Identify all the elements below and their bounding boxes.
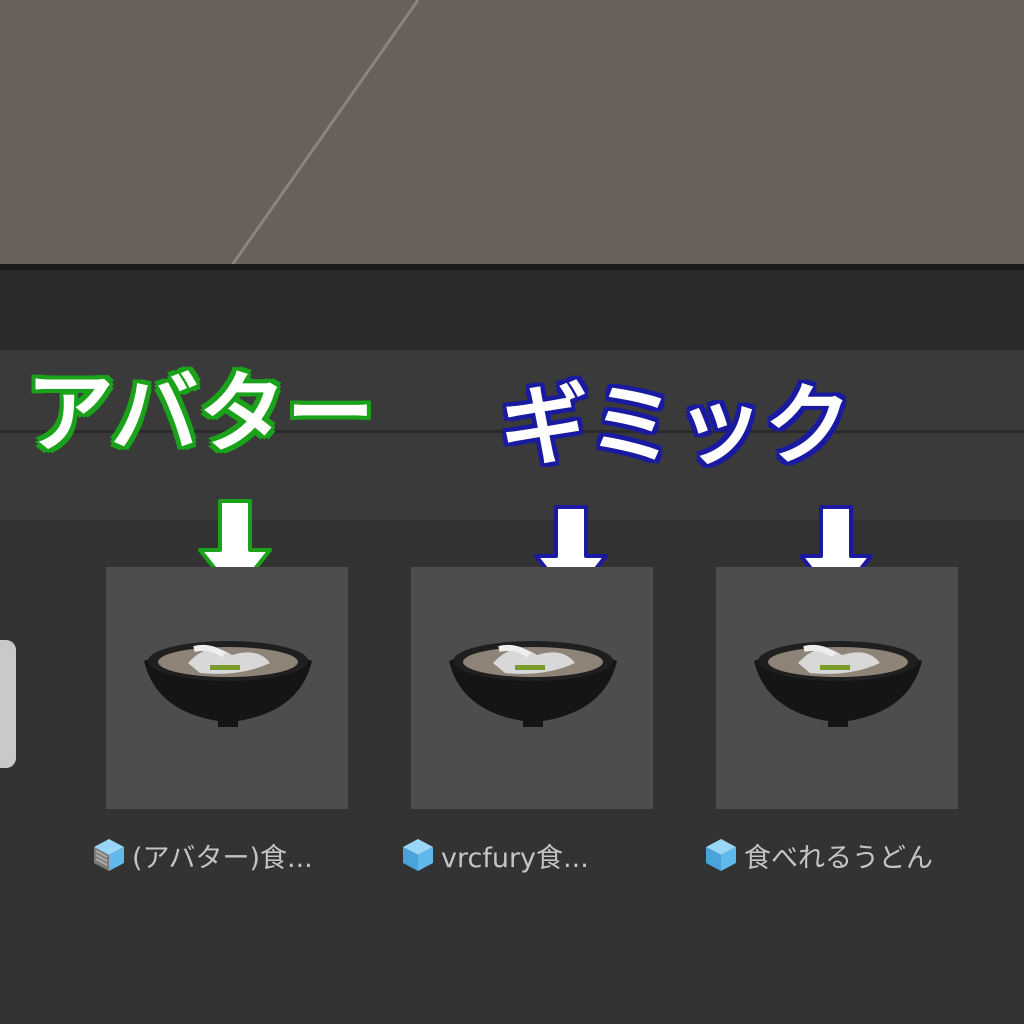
asset-label-vrcfury-udon[interactable]: vrcfury食... xyxy=(399,835,589,875)
prefab-variant-icon xyxy=(94,839,124,871)
prefab-icon xyxy=(403,839,433,871)
scene-grid-line xyxy=(228,0,420,268)
asset-tile-avatar-udon[interactable] xyxy=(106,567,348,809)
annotation-gimmick-label: ギミック xyxy=(500,374,853,477)
scene-view[interactable] xyxy=(0,0,1024,268)
asset-tile-udon[interactable] xyxy=(716,567,958,809)
asset-label-avatar-udon[interactable]: (アバター)食... xyxy=(90,835,313,875)
annotation-avatar-label: アバター xyxy=(26,362,375,465)
scrollbar-handle[interactable] xyxy=(0,640,16,768)
asset-label-udon[interactable]: 食べれるうどん xyxy=(702,835,933,875)
asset-name: 食べれるうどん xyxy=(744,842,933,874)
asset-name: vrcfury食... xyxy=(441,842,589,874)
udon-bowl-icon xyxy=(449,641,617,727)
asset-name: (アバター)食... xyxy=(132,842,313,874)
asset-tile-vrcfury-udon[interactable] xyxy=(411,567,653,809)
udon-bowl-icon xyxy=(754,641,922,727)
udon-bowl-icon xyxy=(144,641,312,727)
prefab-icon xyxy=(706,839,736,871)
project-panel-header xyxy=(0,270,1024,350)
